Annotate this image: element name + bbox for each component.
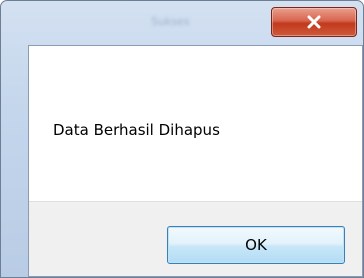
message-text: Data Berhasil Dihapus — [53, 121, 220, 139]
button-bar: OK — [29, 201, 362, 276]
close-icon — [306, 15, 322, 29]
dialog-title: Sukses — [151, 15, 190, 27]
dialog-body: Data Berhasil Dihapus OK — [28, 45, 363, 277]
ok-button[interactable]: OK — [167, 226, 345, 264]
close-button[interactable] — [271, 7, 357, 37]
message-dialog: Sukses Data Berhasil Dihapus OK — [0, 0, 364, 278]
title-bar[interactable]: Sukses — [1, 1, 363, 45]
